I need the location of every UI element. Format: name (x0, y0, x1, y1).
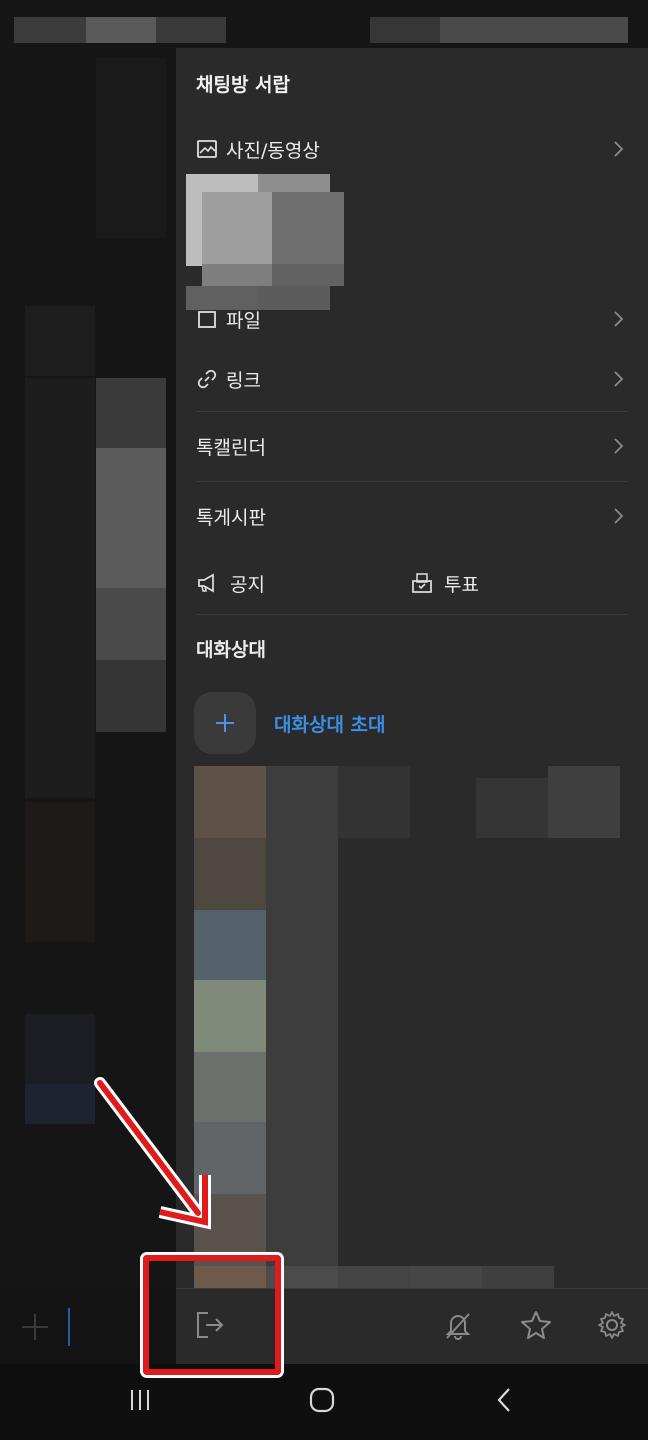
file-menu-item[interactable]: 파일 (196, 294, 628, 344)
star-icon (520, 1309, 552, 1345)
leave-chat-button[interactable] (192, 1309, 228, 1345)
notice-button[interactable]: 공지 (196, 558, 265, 608)
redacted-status-left-3 (156, 17, 226, 43)
mute-notifications-button[interactable] (440, 1309, 476, 1345)
media-label: 사진/동영상 (226, 139, 320, 162)
megaphone-icon (196, 571, 220, 595)
bell-off-icon (442, 1309, 474, 1345)
status-bar (0, 0, 648, 48)
notice-label: 공지 (230, 573, 265, 596)
link-icon (196, 368, 218, 390)
chat-background (0, 48, 176, 1288)
home-icon (308, 1386, 336, 1418)
favorite-button[interactable] (518, 1309, 554, 1345)
chat-input-bar (0, 1288, 176, 1364)
recent-apps-icon (125, 1387, 155, 1417)
media-menu-item[interactable]: 사진/동영상 (196, 124, 628, 174)
drawer-title: 채팅방 서랍 (196, 74, 291, 96)
file-label: 파일 (226, 309, 261, 332)
exit-icon (194, 1309, 226, 1345)
chevron-right-icon (608, 139, 628, 159)
link-label: 링크 (226, 369, 261, 392)
talk-board-label: 톡게시판 (196, 506, 266, 529)
redacted-status-right-2 (440, 17, 628, 43)
divider (196, 614, 628, 615)
chevron-right-icon (608, 369, 628, 389)
talk-calendar-label: 톡캘린더 (196, 436, 266, 459)
divider (196, 481, 628, 482)
vote-button[interactable]: 투표 (410, 558, 479, 608)
invite-label: 대화상대 초대 (274, 713, 386, 736)
settings-button[interactable] (594, 1309, 630, 1345)
system-navigation-bar (0, 1364, 648, 1440)
redacted-status-left (14, 17, 86, 43)
members-section-title: 대화상대 (196, 639, 266, 661)
chat-room-drawer: 채팅방 서랍 사진/동영상 파일 링크 톡캘린더 톡게시판 공지 투표 대화상대… (176, 48, 648, 1364)
invite-member-button[interactable]: 대화상대 초대 (194, 692, 386, 754)
ballot-box-icon (410, 571, 434, 595)
talk-board-menu-item[interactable]: 톡게시판 (196, 491, 628, 541)
recent-apps-button[interactable] (120, 1384, 160, 1420)
divider (196, 411, 628, 412)
chevron-right-icon (608, 436, 628, 456)
plus-icon (20, 1312, 50, 1346)
vote-label: 투표 (444, 573, 479, 596)
link-menu-item[interactable]: 링크 (196, 354, 628, 404)
back-icon (492, 1386, 516, 1418)
gear-icon (596, 1309, 628, 1345)
file-icon (196, 308, 218, 330)
drawer-footer (176, 1288, 648, 1365)
plus-icon (194, 692, 256, 754)
redacted-status-left-2 (86, 17, 156, 43)
talk-calendar-menu-item[interactable]: 톡캘린더 (196, 421, 628, 471)
back-button[interactable] (484, 1384, 524, 1420)
image-icon (196, 138, 218, 160)
home-button[interactable] (302, 1384, 342, 1420)
redacted-status-right (370, 17, 440, 43)
chevron-right-icon (608, 506, 628, 526)
chevron-right-icon (608, 309, 628, 329)
text-cursor (68, 1308, 70, 1346)
